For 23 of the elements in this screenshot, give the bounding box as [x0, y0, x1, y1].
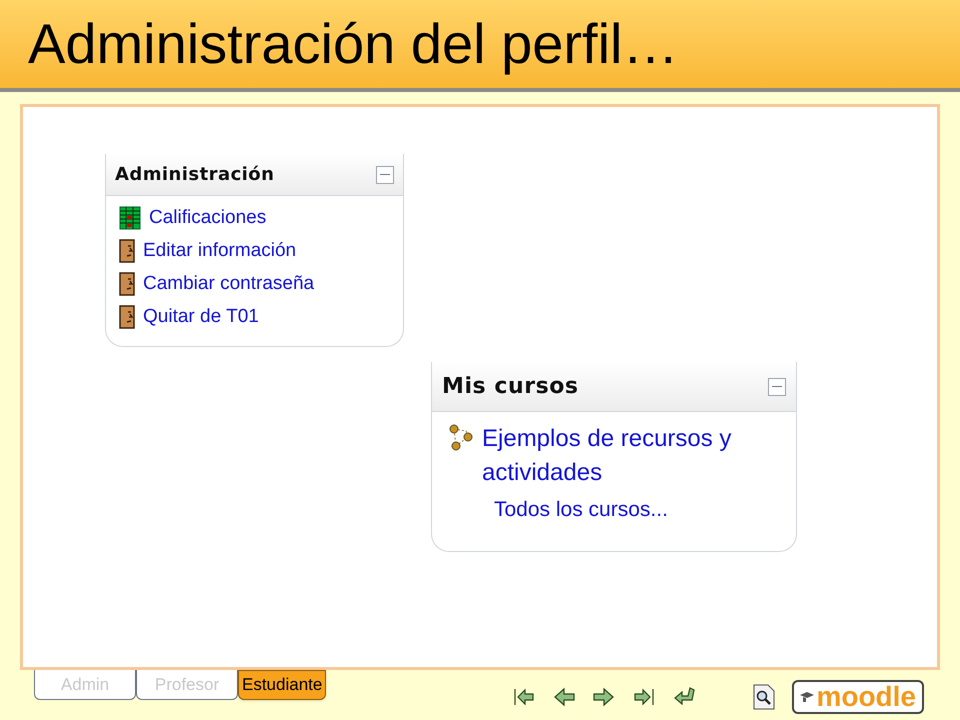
- last-slide-icon[interactable]: [632, 686, 656, 708]
- return-arrow-icon[interactable]: [672, 686, 696, 708]
- search-icon[interactable]: [752, 684, 776, 710]
- block-title: Mis cursos: [442, 373, 579, 401]
- graduation-cap-icon: [800, 690, 814, 704]
- collapse-icon[interactable]: [768, 378, 786, 396]
- person-card-icon: [119, 272, 135, 296]
- block-title: Administración: [115, 163, 274, 187]
- person-card-icon: [119, 305, 135, 329]
- block-link[interactable]: Cambiar contraseña: [143, 270, 314, 298]
- all-courses-link[interactable]: Todos los cursos...: [494, 494, 782, 526]
- course-link[interactable]: Ejemplos de recursos y actividades: [482, 422, 782, 490]
- block-link[interactable]: Editar información: [143, 236, 296, 266]
- collapse-icon[interactable]: [376, 166, 394, 184]
- back-arrow-icon[interactable]: [552, 686, 576, 708]
- block-link[interactable]: Calificaciones: [149, 204, 266, 232]
- first-slide-icon[interactable]: [512, 686, 536, 708]
- spreadsheet-icon: [119, 206, 141, 230]
- person-card-icon: [119, 239, 135, 263]
- block-link[interactable]: Quitar de T01: [143, 302, 259, 332]
- forward-arrow-icon[interactable]: [592, 686, 616, 708]
- logo-text: moodle: [816, 683, 916, 711]
- role-tab[interactable]: Estudiante: [238, 670, 326, 700]
